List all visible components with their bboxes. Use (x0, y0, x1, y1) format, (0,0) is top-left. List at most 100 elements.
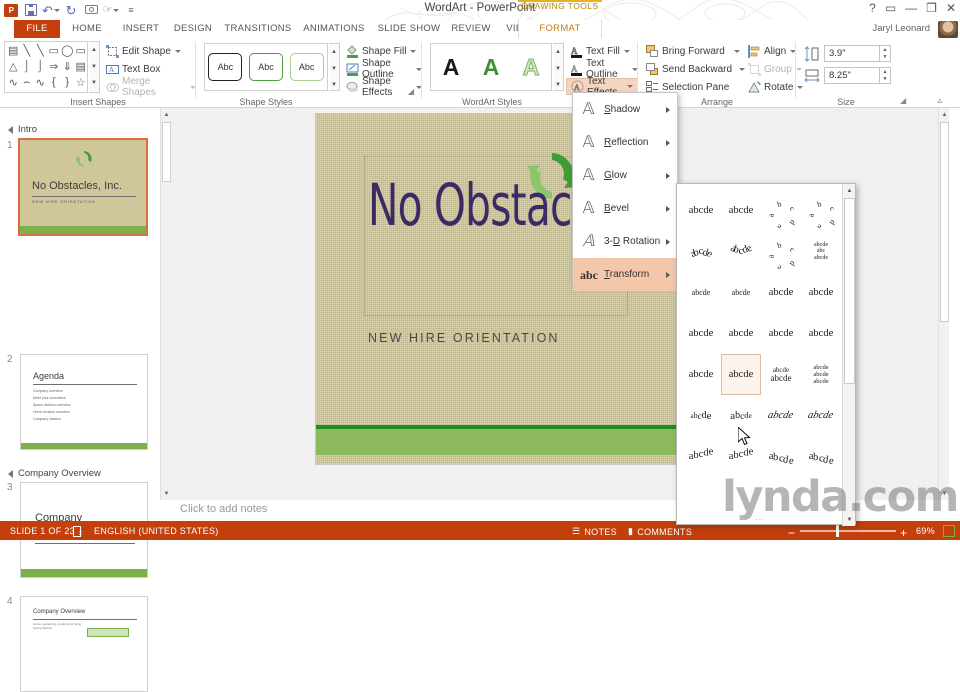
language-indicator[interactable]: ENGLISH (UNITED STATES) (94, 526, 219, 536)
transform-option[interactable]: abcde (681, 231, 721, 272)
wordart-down-icon[interactable]: ▼ (553, 61, 563, 78)
transform-option[interactable]: abcde (721, 313, 761, 354)
thumb-scroll-thumb[interactable] (162, 122, 171, 182)
minimize-button[interactable]: — (905, 1, 917, 15)
shape-triangle-icon[interactable]: △ (7, 59, 20, 73)
shape-plaque-icon[interactable]: ▤ (75, 59, 88, 73)
wordart-swatch-2[interactable]: A (483, 55, 500, 79)
shapes-gallery[interactable]: ▤ ╲ ╲ ▭ ◯ ▭ △ ⌡ ⌡ ⇒ ⇓ ▤ ∿ ⌢ ∿{} ☆ (4, 41, 88, 93)
text-fill-button[interactable]: A Text Fill (570, 43, 630, 59)
shape-styles-down-icon[interactable]: ▼ (329, 61, 339, 78)
wordart-swatch-1[interactable]: A (443, 55, 460, 79)
transform-option[interactable]: abcde (801, 313, 841, 354)
shape-down-arrow-icon[interactable]: ⇓ (61, 59, 74, 73)
gallery-scroll-thumb[interactable] (844, 198, 855, 384)
menu-item-glow[interactable]: 𝔸 Glow (573, 159, 677, 192)
shape-width-stepper[interactable]: ▲ ▼ (880, 67, 891, 84)
tab-file[interactable]: FILE (14, 20, 60, 38)
tab-format[interactable]: FORMAT (518, 20, 602, 38)
zoom-slider-handle[interactable] (836, 525, 839, 537)
menu-item-bevel[interactable]: 𝔸 Bevel (573, 192, 677, 225)
transform-option[interactable]: abcde (681, 190, 721, 231)
shape-style-swatch-2[interactable]: Abc (248, 53, 283, 81)
transform-option[interactable]: abcde (721, 354, 761, 395)
shape-oval-icon[interactable]: ◯ (61, 43, 74, 57)
shape-width-input[interactable]: 8.25" (824, 67, 880, 84)
transform-option[interactable]: abcde (721, 272, 761, 313)
menu-item-shadow[interactable]: 𝔸 Shadow (573, 93, 677, 126)
transform-option[interactable]: abcde (721, 395, 761, 436)
transform-option[interactable]: abcde (681, 313, 721, 354)
wordart-more-icon[interactable]: ▼ (553, 77, 563, 94)
align-button[interactable]: Align (748, 43, 797, 59)
transform-option[interactable]: abcde (721, 436, 761, 477)
gallery-up-icon[interactable]: ▲ (89, 42, 99, 59)
shape-rbrace-icon[interactable]: } (61, 75, 74, 89)
slide-indicator[interactable]: SLIDE 1 OF 23 (10, 526, 75, 536)
tab-animations[interactable]: ANIMATIONS (298, 20, 370, 38)
shape-arc-icon[interactable]: ⌢ (21, 75, 34, 89)
menu-item-reflection[interactable]: 𝔸 Reflection (573, 126, 677, 159)
shapes-gallery-scroll[interactable]: ▲ ▼ ▼ (89, 41, 100, 93)
transform-option[interactable]: abcde (721, 190, 761, 231)
section-collapse-icon-2[interactable] (8, 469, 13, 478)
wordart-styles-gallery[interactable]: A A A (430, 43, 552, 91)
transform-option[interactable]: abcde (681, 395, 721, 436)
slide-area-scrollbar[interactable]: ▲ ▼ (938, 108, 949, 500)
transform-option[interactable]: abcde (761, 395, 801, 436)
transform-option[interactable]: abcde (801, 190, 841, 232)
transform-option[interactable]: abcde (761, 436, 801, 477)
shape-right-arrow-icon[interactable]: ⇒ (48, 59, 61, 73)
shape-round-rect-icon[interactable]: ▭ (75, 43, 88, 57)
notes-button[interactable]: ☰ NOTES (572, 526, 617, 537)
send-backward-button[interactable]: Send Backward (646, 61, 746, 77)
tab-transitions[interactable]: TRANSITIONS (222, 20, 294, 38)
transform-gallery-scrollbar[interactable]: ▲ ▼ (842, 184, 855, 526)
transform-option[interactable]: abcde (761, 272, 801, 313)
height-up-icon[interactable]: ▲ (880, 46, 890, 54)
shape-styles-scroll[interactable]: ▲ ▼ ▼ (329, 43, 340, 91)
transform-option[interactable]: abcde (761, 231, 801, 273)
section-header-company-overview[interactable]: Company Overview (8, 468, 101, 479)
shape-arrow-icon[interactable]: ╲ (34, 43, 47, 57)
zoom-slider[interactable] (800, 530, 896, 532)
shape-styles-dialog-launcher[interactable]: ◢ (408, 87, 414, 96)
transform-option[interactable]: abcde abcde (761, 354, 801, 395)
tab-slide-show[interactable]: SLIDE SHOW (375, 20, 443, 38)
size-dialog-launcher[interactable]: ◢ (900, 96, 906, 105)
stage-scroll-down-icon[interactable]: ▼ (939, 487, 950, 500)
transform-option[interactable]: abcde (681, 354, 721, 395)
transform-option[interactable]: abcde (721, 231, 761, 272)
ribbon-display-options-button[interactable]: ▭ (885, 1, 896, 15)
restore-button[interactable]: ❐ (926, 1, 937, 15)
close-button[interactable]: ✕ (946, 1, 956, 15)
stage-scroll-thumb[interactable] (940, 122, 949, 322)
wordart-up-icon[interactable]: ▲ (553, 44, 563, 61)
shape-styles-more-icon[interactable]: ▼ (329, 77, 339, 94)
height-down-icon[interactable]: ▼ (880, 54, 890, 62)
transform-option[interactable]: abcde abcde abcde (801, 354, 841, 395)
transform-option[interactable]: abcde (801, 272, 841, 313)
width-up-icon[interactable]: ▲ (880, 68, 890, 76)
tab-review[interactable]: REVIEW (447, 20, 495, 38)
shape-styles-up-icon[interactable]: ▲ (329, 44, 339, 61)
shape-elbow-icon[interactable]: ⌡ (21, 59, 34, 73)
shape-style-swatch-1[interactable]: Abc (208, 53, 243, 81)
tab-design[interactable]: DESIGN (168, 20, 218, 38)
section-header-intro[interactable]: Intro (8, 124, 37, 135)
shape-lbrace-icon[interactable]: { (48, 75, 61, 89)
shape-outline-button[interactable]: Shape Outline (346, 58, 422, 80)
transform-option[interactable]: abcde abc abcde (801, 231, 841, 272)
shape-style-swatch-3[interactable]: Abc (289, 53, 324, 81)
transform-option[interactable]: abcde (761, 313, 801, 354)
zoom-out-button[interactable]: − (788, 526, 795, 540)
transform-option[interactable]: abcde (761, 190, 801, 232)
user-name[interactable]: Jaryl Leonard (872, 23, 930, 34)
comments-button[interactable]: ▮ COMMENTS (628, 526, 692, 537)
help-button[interactable]: ? (869, 1, 876, 15)
zoom-level[interactable]: 69% (916, 526, 935, 536)
wordart-swatch-3[interactable]: A (522, 55, 540, 79)
zoom-in-button[interactable]: + (900, 526, 907, 540)
collapse-ribbon-icon[interactable]: ▵ (937, 95, 942, 106)
tab-home[interactable]: HOME (62, 20, 112, 38)
